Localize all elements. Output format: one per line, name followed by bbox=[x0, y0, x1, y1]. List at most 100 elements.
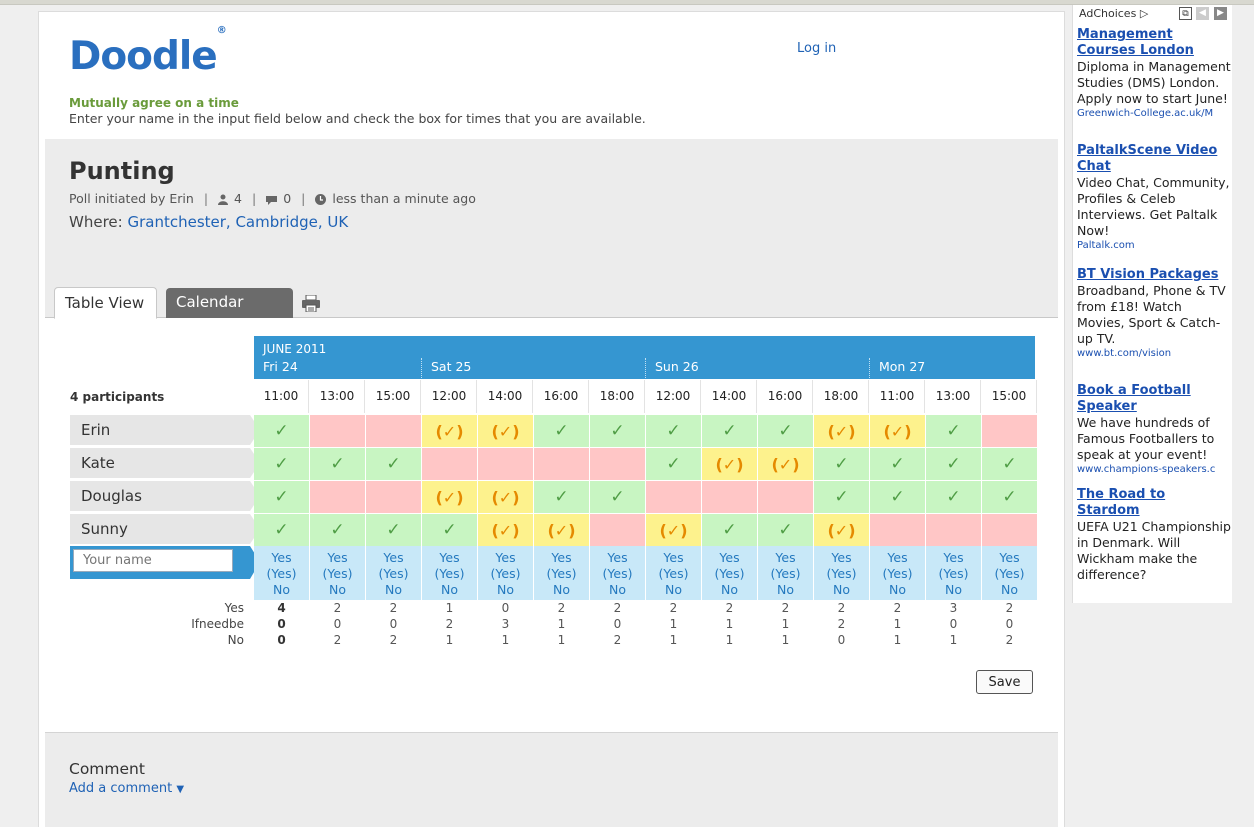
option-no[interactable]: No bbox=[254, 582, 309, 598]
vote-ifneedbe-cell: (✓) bbox=[814, 415, 869, 447]
ad-description: Diploma in Management Studies (DMS) Lond… bbox=[1077, 59, 1231, 106]
total-yes-count: 3 bbox=[949, 601, 958, 615]
next-ad-icon[interactable]: ▶ bbox=[1214, 7, 1227, 20]
total-yes-count: 2 bbox=[389, 601, 398, 615]
checkmark-icon: ✓ bbox=[610, 487, 625, 507]
option-yes[interactable]: Yes bbox=[254, 550, 309, 566]
option-yes[interactable]: Yes bbox=[926, 550, 981, 566]
total-ifneedbe-count: 1 bbox=[893, 617, 902, 631]
option-ifneedbe[interactable]: (Yes) bbox=[982, 566, 1037, 582]
vote-yes-cell: ✓ bbox=[982, 481, 1037, 513]
option-no[interactable]: No bbox=[478, 582, 533, 598]
total-yes-count: 2 bbox=[669, 601, 678, 615]
option-ifneedbe[interactable]: (Yes) bbox=[758, 566, 813, 582]
add-comment-link[interactable]: Add a comment ▼ bbox=[69, 781, 184, 796]
option-ifneedbe[interactable]: (Yes) bbox=[702, 566, 757, 582]
option-no[interactable]: No bbox=[646, 582, 701, 598]
save-button[interactable]: Save bbox=[976, 670, 1033, 694]
option-ifneedbe[interactable]: (Yes) bbox=[366, 566, 421, 582]
checkmark-icon: ✓ bbox=[890, 487, 905, 507]
option-ifneedbe[interactable]: (Yes) bbox=[422, 566, 477, 582]
option-no[interactable]: No bbox=[702, 582, 757, 598]
your-name-input[interactable] bbox=[73, 549, 233, 572]
ad-url-link[interactable]: www.champions-speakers.c bbox=[1077, 463, 1231, 477]
option-ifneedbe[interactable]: (Yes) bbox=[310, 566, 365, 582]
option-no[interactable]: No bbox=[814, 582, 869, 598]
ad-title-link[interactable]: Management Courses London bbox=[1077, 27, 1231, 59]
vote-option-cell: Yes (Yes) No bbox=[982, 546, 1037, 600]
totals-label-yes: Yes bbox=[224, 601, 244, 615]
time-header-cell: 14:00 bbox=[702, 380, 757, 413]
total-yes-count: 2 bbox=[893, 601, 902, 615]
total-ifneedbe-count: 1 bbox=[725, 617, 734, 631]
meta-separator: | bbox=[251, 191, 257, 206]
tab-calendar-view[interactable]: Calendar View bbox=[166, 288, 293, 339]
vote-option-cell: Yes (Yes) No bbox=[534, 546, 589, 600]
option-ifneedbe[interactable]: (Yes) bbox=[814, 566, 869, 582]
ad-description: We have hundreds of Famous Footballers t… bbox=[1077, 415, 1215, 462]
ad-item: PaltalkScene Video Chat Video Chat, Commu… bbox=[1077, 143, 1231, 253]
popout-icon[interactable]: ⧉ bbox=[1179, 7, 1192, 20]
vote-option-cell: Yes (Yes) No bbox=[366, 546, 421, 600]
option-no[interactable]: No bbox=[758, 582, 813, 598]
location-link[interactable]: Grantchester, Cambridge, UK bbox=[127, 213, 348, 231]
option-no[interactable]: No bbox=[534, 582, 589, 598]
option-no[interactable]: No bbox=[870, 582, 925, 598]
print-icon[interactable] bbox=[301, 294, 321, 316]
tab-table-view[interactable]: Table View bbox=[54, 287, 157, 319]
doodle-logo[interactable]: Doodle® bbox=[69, 25, 227, 79]
option-no[interactable]: No bbox=[982, 582, 1037, 598]
option-ifneedbe[interactable]: (Yes) bbox=[534, 566, 589, 582]
vote-option-cell: Yes (Yes) No bbox=[254, 546, 309, 600]
option-yes[interactable]: Yes bbox=[590, 550, 645, 566]
ad-url-link[interactable]: Paltalk.com bbox=[1077, 239, 1231, 253]
option-yes[interactable]: Yes bbox=[310, 550, 365, 566]
option-no[interactable]: No bbox=[590, 582, 645, 598]
meta-separator: | bbox=[301, 191, 306, 206]
participants-label: 4 participants bbox=[70, 390, 165, 404]
tagline: Mutually agree on a time bbox=[69, 96, 239, 110]
adchoices-label[interactable]: AdChoices ▷ bbox=[1079, 7, 1148, 20]
option-no[interactable]: No bbox=[366, 582, 421, 598]
option-yes[interactable]: Yes bbox=[814, 550, 869, 566]
ad-title-link[interactable]: BT Vision Packages bbox=[1077, 267, 1231, 283]
vote-yes-cell: ✓ bbox=[702, 415, 757, 447]
login-link[interactable]: Log in bbox=[797, 41, 836, 56]
ifneedbe-check-icon: (✓) bbox=[491, 520, 520, 540]
option-yes[interactable]: Yes bbox=[982, 550, 1037, 566]
ad-title-link[interactable]: Book a Football Speaker bbox=[1077, 383, 1231, 415]
option-yes[interactable]: Yes bbox=[478, 550, 533, 566]
vote-yes-cell: ✓ bbox=[366, 448, 421, 480]
checkmark-icon: ✓ bbox=[722, 520, 737, 540]
checkmark-icon: ✓ bbox=[330, 520, 345, 540]
checkmark-icon: ✓ bbox=[1002, 454, 1017, 474]
ad-url-link[interactable]: Greenwich-College.ac.uk/M bbox=[1077, 107, 1231, 121]
ad-description: Video Chat, Community, Profiles & Celeb … bbox=[1077, 175, 1230, 238]
option-ifneedbe[interactable]: (Yes) bbox=[590, 566, 645, 582]
option-ifneedbe[interactable]: (Yes) bbox=[646, 566, 701, 582]
option-ifneedbe[interactable]: (Yes) bbox=[478, 566, 533, 582]
option-ifneedbe[interactable]: (Yes) bbox=[870, 566, 925, 582]
option-yes[interactable]: Yes bbox=[366, 550, 421, 566]
option-no[interactable]: No bbox=[926, 582, 981, 598]
option-no[interactable]: No bbox=[422, 582, 477, 598]
ad-title-link[interactable]: PaltalkScene Video Chat bbox=[1077, 143, 1231, 175]
poll-title: Punting bbox=[69, 157, 175, 185]
participant-name: Douglas bbox=[70, 481, 260, 511]
option-no[interactable]: No bbox=[310, 582, 365, 598]
option-yes[interactable]: Yes bbox=[758, 550, 813, 566]
option-ifneedbe[interactable]: (Yes) bbox=[254, 566, 309, 582]
ad-title-link[interactable]: The Road to Stardom bbox=[1077, 487, 1231, 519]
option-yes[interactable]: Yes bbox=[422, 550, 477, 566]
vote-option-cell: Yes (Yes) No bbox=[870, 546, 925, 600]
option-yes[interactable]: Yes bbox=[870, 550, 925, 566]
option-ifneedbe[interactable]: (Yes) bbox=[926, 566, 981, 582]
option-yes[interactable]: Yes bbox=[534, 550, 589, 566]
option-yes[interactable]: Yes bbox=[646, 550, 701, 566]
vote-yes-cell: ✓ bbox=[590, 481, 645, 513]
option-yes[interactable]: Yes bbox=[702, 550, 757, 566]
total-yes-count: 2 bbox=[781, 601, 790, 615]
ad-url-link[interactable]: www.bt.com/vision bbox=[1077, 347, 1231, 361]
doodle-page: Doodle® Log in Mutually agree on a time … bbox=[38, 11, 1065, 827]
prev-ad-icon[interactable]: ◀ bbox=[1196, 7, 1209, 20]
